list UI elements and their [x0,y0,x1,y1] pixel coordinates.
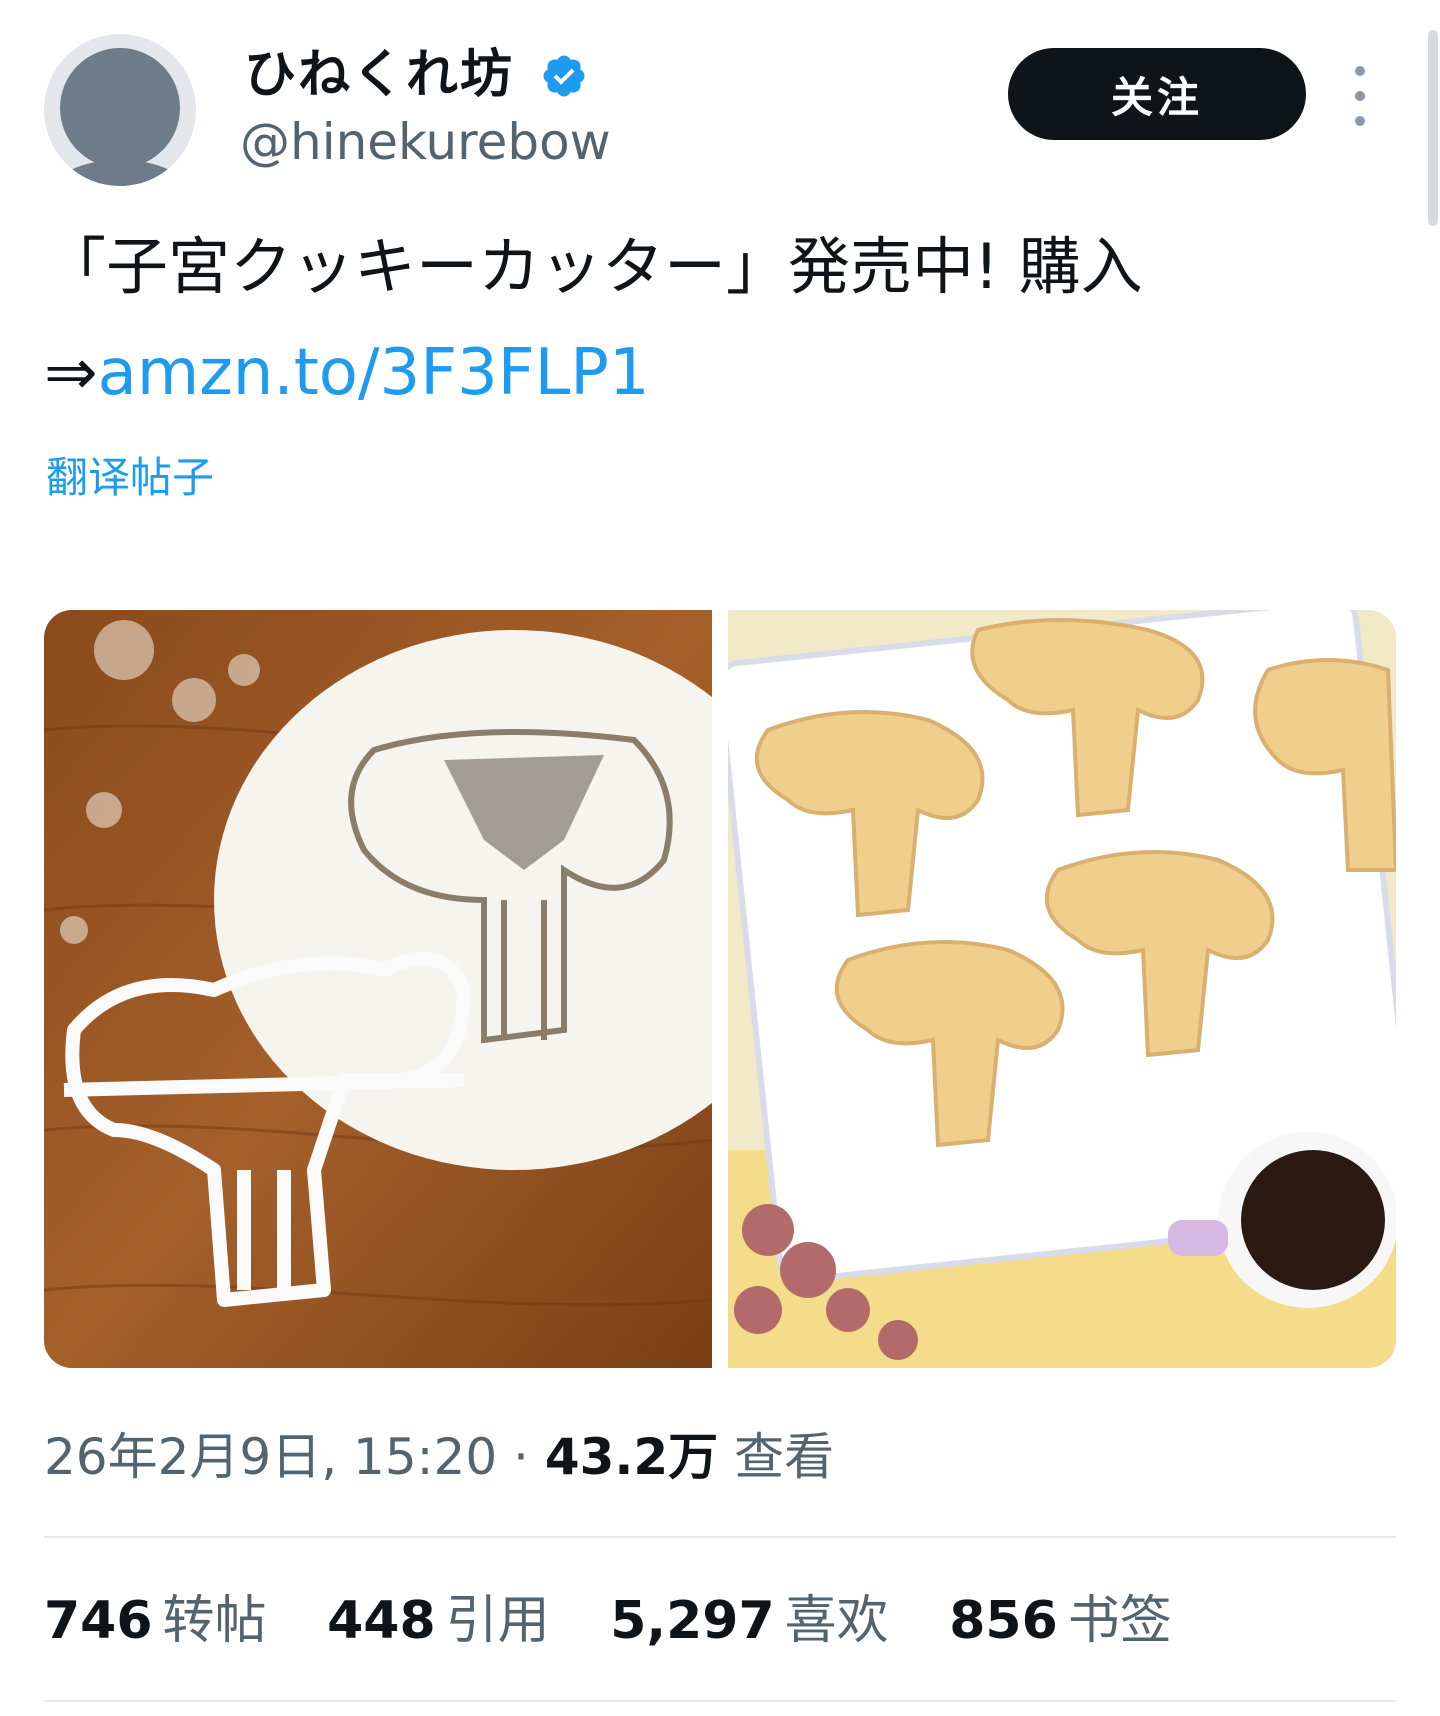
divider [44,1536,1396,1538]
bookmarks-label: 书签 [1067,1591,1172,1651]
tweet-datetime[interactable]: 26年2月9日, 15:20 [44,1428,497,1486]
quotes-stat[interactable]: 448 引用 [327,1586,550,1656]
quotes-count: 448 [327,1591,436,1651]
divider [44,1700,1396,1702]
display-name[interactable]: ひねくれ坊 [244,40,514,110]
avatar[interactable] [44,34,196,186]
retweets-label: 转帖 [162,1591,267,1651]
more-vertical-icon[interactable] [1348,66,1372,126]
tweet-link-line: ⇒amzn.to/3F3FLP1 [44,328,650,418]
user-handle[interactable]: @hinekurebow [240,110,611,174]
media-image-cookies[interactable] [728,610,1396,1368]
likes-label: 喜欢 [784,1591,889,1651]
views-label: 查看 [734,1428,835,1486]
bookmarks-stat[interactable]: 856 书签 [949,1586,1172,1656]
quotes-label: 引用 [445,1591,550,1651]
likes-count: 5,297 [610,1591,775,1651]
media-image-cutter[interactable] [44,610,712,1368]
meta-separator: · [497,1428,545,1486]
views-count: 43.2万 [544,1428,719,1486]
arrow-text: ⇒ [44,336,98,410]
verified-badge-icon [543,55,585,97]
tweet-text: 「子宮クッキーカッター」発売中! 購入 [44,230,1143,303]
tweet-link[interactable]: amzn.to/3F3FLP1 [98,336,650,410]
tweet-meta: 26年2月9日, 15:20 · 43.2万 查看 [44,1422,834,1492]
retweets-stat[interactable]: 746 转帖 [44,1586,267,1656]
retweets-count: 746 [44,1591,153,1651]
engagement-stats: 746 转帖 448 引用 5,297 喜欢 856 书签 [44,1586,1216,1656]
follow-button[interactable]: 关注 [1008,48,1306,140]
scrollbar-thumb[interactable] [1428,30,1438,226]
likes-stat[interactable]: 5,297 喜欢 [610,1586,889,1656]
translate-post-link[interactable]: 翻译帖子 [46,448,214,508]
bookmarks-count: 856 [949,1591,1058,1651]
